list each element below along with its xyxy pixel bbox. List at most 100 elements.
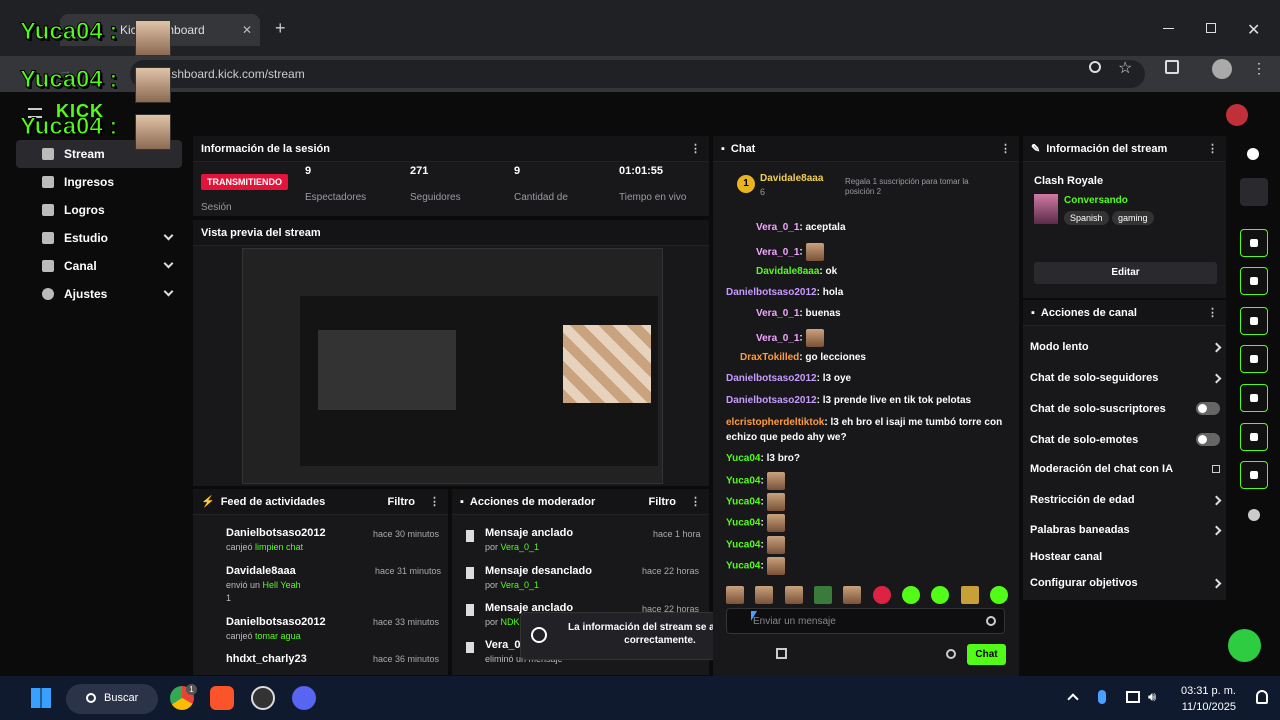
windows-start-icon[interactable]: [31, 688, 51, 708]
sidebar-item-ingresos[interactable]: Ingresos: [16, 168, 182, 196]
pinned-message: Regala 1 suscripción para tomar la posic…: [845, 177, 969, 196]
channel-action-goals[interactable]: Configurar objetivos: [1030, 577, 1222, 589]
chat-user[interactable]: DraxTokilled: [740, 352, 799, 363]
document-rail-button[interactable]: [1240, 307, 1268, 335]
kebab-menu-icon[interactable]: ⋮: [429, 495, 440, 508]
kebab-menu-icon[interactable]: ⋮: [690, 495, 701, 508]
notification-bell-icon[interactable]: [1256, 690, 1268, 704]
store-rail-button[interactable]: [1240, 423, 1268, 451]
channel-action-slow-mode[interactable]: Modo lento: [1030, 341, 1222, 353]
chat-user[interactable]: Yuca04: [726, 540, 760, 551]
emote-button[interactable]: [901, 586, 920, 604]
emote-button[interactable]: [843, 586, 862, 604]
emoji-icon[interactable]: [986, 616, 996, 626]
share-icon[interactable]: [1248, 509, 1260, 521]
chat-settings-gear-icon[interactable]: [946, 649, 956, 659]
edit-rail-button[interactable]: [1240, 178, 1268, 206]
chat-user[interactable]: Vera_0_1: [756, 222, 799, 233]
subscribers-only-toggle[interactable]: [1196, 402, 1220, 415]
close-tab-icon[interactable]: ✕: [242, 23, 252, 37]
chat-send-button[interactable]: Chat: [967, 644, 1006, 665]
sidebar-item-ajustes[interactable]: Ajustes: [16, 280, 182, 308]
minimize-icon[interactable]: [1163, 28, 1174, 29]
kebab-menu-icon[interactable]: ⋮: [690, 142, 701, 155]
zoom-icon[interactable]: [1089, 61, 1101, 73]
network-icon[interactable]: [1126, 691, 1140, 703]
emote-button[interactable]: [726, 586, 744, 604]
channel-actions-header: ▪ Acciones de canal ⋮: [1023, 300, 1226, 326]
brave-icon[interactable]: [210, 686, 234, 710]
emote-button[interactable]: [931, 586, 950, 604]
emotes-only-toggle[interactable]: [1196, 433, 1220, 446]
channel-action-host[interactable]: Hostear canal: [1030, 551, 1220, 563]
mod-by: por: [485, 580, 499, 590]
feed-user: Danielbotsaso2012: [226, 527, 326, 539]
close-window-icon[interactable]: ✕: [1247, 20, 1260, 40]
channel-action-ai-moderation[interactable]: Moderación del chat con IA: [1030, 463, 1220, 475]
sidebar-item-canal[interactable]: Canal: [16, 252, 182, 280]
emote-button[interactable]: [872, 586, 891, 604]
chat-user[interactable]: Yuca04: [726, 497, 760, 508]
chat-user[interactable]: Yuca04: [726, 453, 760, 464]
chat-input[interactable]: Enviar un mensaje: [726, 608, 1005, 634]
camera-rail-button[interactable]: [1240, 229, 1268, 257]
extensions-icon[interactable]: [1165, 60, 1179, 74]
wrench-rail-button[interactable]: [1240, 461, 1268, 489]
chat-user[interactable]: elcristopherdeltiktok: [726, 417, 824, 428]
feed-user: Danielbotsaso2012: [226, 616, 326, 628]
chat-text: :: [760, 560, 764, 572]
chat-user[interactable]: Danielbotsaso2012: [726, 373, 817, 384]
emote-button[interactable]: [784, 586, 803, 604]
microphone-icon[interactable]: [1098, 690, 1106, 704]
support-chat-button[interactable]: [1228, 629, 1261, 662]
obs-icon[interactable]: [251, 686, 275, 710]
bookmark-star-icon[interactable]: ☆: [1118, 58, 1132, 78]
volume-icon[interactable]: 🔊︎: [1148, 689, 1156, 705]
maximize-icon[interactable]: [1206, 23, 1216, 33]
profile-avatar[interactable]: [1212, 59, 1232, 79]
chat-user[interactable]: Yuca04: [726, 476, 760, 487]
mod-filter-button[interactable]: Filtro: [649, 496, 677, 508]
mod-action-label: Mensaje desanclado: [485, 565, 592, 577]
discord-icon[interactable]: [292, 686, 316, 710]
bolt-rail-button[interactable]: [1240, 267, 1268, 295]
channel-action-age-restriction[interactable]: Restricción de edad: [1030, 494, 1222, 506]
new-tab-button[interactable]: +: [275, 18, 286, 39]
sidebar-item-estudio[interactable]: Estudio: [16, 224, 182, 252]
chat-user[interactable]: Yuca04: [726, 518, 760, 529]
chat-user[interactable]: Davidale8aaa: [756, 266, 819, 277]
chat-user[interactable]: Vera_0_1: [756, 308, 799, 319]
info-icon[interactable]: [1247, 148, 1259, 160]
chat-text: : ok: [819, 266, 838, 277]
address-bar[interactable]: dashboard.kick.com/stream: [130, 60, 1145, 88]
user-avatar[interactable]: [1226, 104, 1248, 126]
store-icon[interactable]: [776, 648, 787, 659]
category-name[interactable]: Conversando: [1064, 195, 1128, 206]
channel-action-followers-only[interactable]: Chat de solo-seguidores: [1030, 372, 1222, 384]
broadcast-rail-button[interactable]: [1240, 384, 1268, 412]
chat-user[interactable]: Vera_0_1: [756, 247, 799, 258]
chat-user[interactable]: Vera_0_1: [756, 333, 799, 344]
emote-button[interactable]: [960, 586, 979, 604]
taskbar-search[interactable]: Buscar: [66, 684, 158, 714]
chat-user[interactable]: Yuca04: [726, 561, 760, 572]
emote-button[interactable]: [989, 586, 1008, 604]
browser-menu-icon[interactable]: ⋮: [1252, 60, 1266, 77]
edit-stream-button[interactable]: Editar: [1034, 262, 1217, 284]
feed-filter-button[interactable]: Filtro: [388, 496, 416, 508]
unpin-icon: [466, 567, 474, 579]
channel-action-banned-words[interactable]: Palabras baneadas: [1030, 524, 1222, 536]
chat-user[interactable]: Danielbotsaso2012: [726, 395, 817, 406]
kebab-menu-icon[interactable]: ⋮: [1207, 142, 1218, 155]
kebab-menu-icon[interactable]: ⋮: [1207, 306, 1218, 319]
sidebar-item-logros[interactable]: Logros: [16, 196, 182, 224]
emote-image: [805, 329, 824, 347]
chat-rail-button[interactable]: [1240, 345, 1268, 373]
studio-icon: [42, 232, 54, 244]
chat-user[interactable]: Danielbotsaso2012: [726, 287, 817, 298]
kebab-menu-icon[interactable]: ⋮: [1000, 142, 1011, 155]
emote-button[interactable]: [755, 586, 774, 604]
chevron-down-icon: [163, 258, 174, 269]
emote-button[interactable]: [813, 586, 832, 604]
pinned-user[interactable]: Davidale8aaa: [760, 173, 823, 184]
